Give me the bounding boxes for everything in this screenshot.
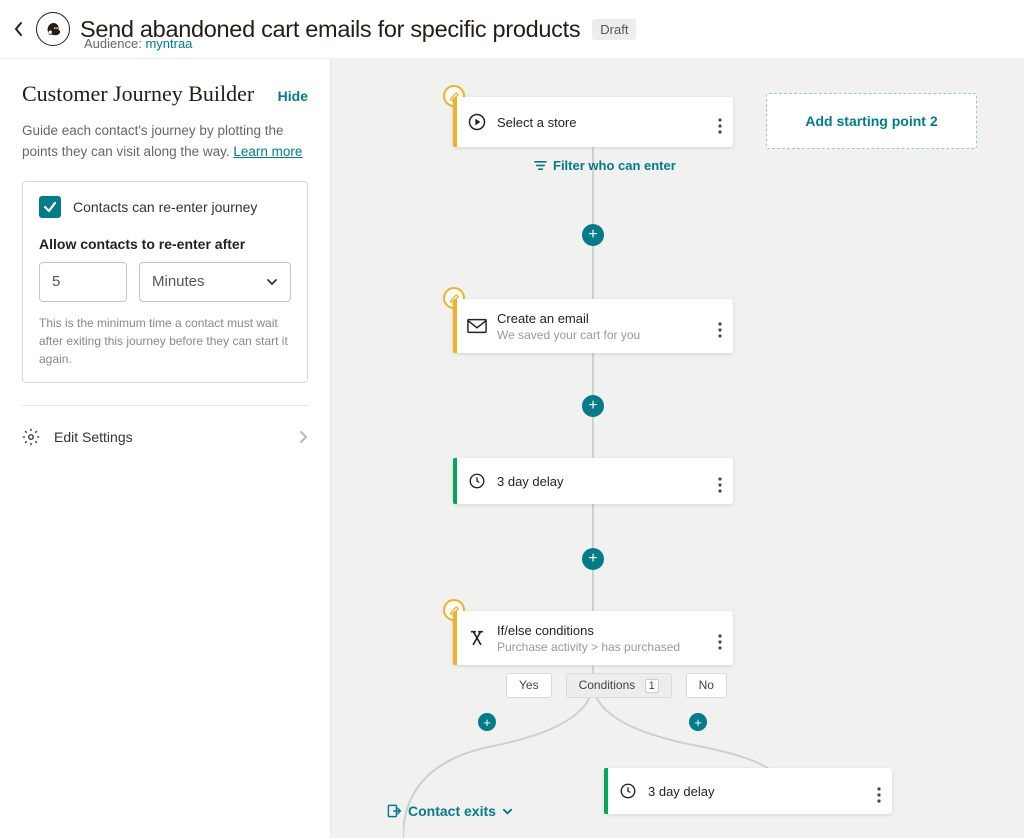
reenter-helper-text: This is the minimum time a contact must …	[39, 314, 291, 368]
audience-link[interactable]: myntraa	[145, 36, 192, 51]
node-title: Select a store	[497, 115, 701, 130]
add-step-button[interactable]: +	[478, 713, 496, 731]
node-menu-button[interactable]	[707, 314, 733, 338]
branch-icon	[457, 629, 497, 647]
exit-icon	[386, 803, 402, 819]
gear-icon	[22, 428, 40, 446]
edit-settings-label: Edit Settings	[54, 429, 133, 445]
clock-icon	[457, 472, 497, 490]
add-starting-point-label: Add starting point 2	[805, 113, 937, 129]
condition-no-label: No	[699, 678, 714, 692]
chevron-right-icon	[298, 430, 308, 444]
journey-canvas[interactable]: Add starting point 2 Select a store Filt…	[331, 59, 1024, 838]
node-title: Create an email	[497, 311, 701, 326]
node-title: If/else conditions	[497, 623, 701, 638]
clock-icon	[608, 782, 648, 800]
reenter-checkbox[interactable]	[39, 196, 61, 218]
sidebar: Customer Journey Builder Hide Guide each…	[0, 59, 331, 838]
conditions-label: Conditions	[579, 678, 636, 692]
reenter-settings-box: Contacts can re-enter journey Allow cont…	[22, 181, 308, 383]
filter-label: Filter who can enter	[553, 158, 676, 173]
node-menu-button[interactable]	[707, 626, 733, 650]
mailchimp-logo-icon	[36, 12, 70, 46]
audience-label: Audience:	[84, 36, 142, 51]
add-starting-point-button[interactable]: Add starting point 2	[766, 93, 977, 149]
filter-icon	[534, 160, 547, 171]
condition-no-pill[interactable]: No	[686, 673, 727, 698]
add-step-button[interactable]: +	[689, 713, 707, 731]
node-title: 3 day delay	[648, 784, 860, 799]
conditions-count: 1	[645, 679, 659, 693]
sidebar-title: Customer Journey Builder	[22, 81, 254, 107]
play-icon	[457, 112, 497, 132]
node-if-else[interactable]: If/else conditions Purchase activity > h…	[453, 611, 733, 665]
chevron-down-icon	[266, 276, 278, 288]
condition-yes-pill[interactable]: Yes	[506, 673, 552, 698]
content-area: Customer Journey Builder Hide Guide each…	[0, 59, 1024, 838]
add-step-button[interactable]: +	[582, 395, 604, 417]
reenter-value-input[interactable]	[39, 262, 127, 302]
condition-row: Yes Conditions 1 No	[506, 673, 727, 698]
hide-sidebar-link[interactable]: Hide	[278, 88, 308, 104]
sidebar-divider	[22, 405, 308, 406]
chevron-down-icon	[502, 806, 513, 817]
edit-settings-button[interactable]: Edit Settings	[22, 428, 308, 446]
audience-line: Audience: myntraa	[84, 36, 192, 51]
add-step-button[interactable]: +	[582, 224, 604, 246]
sidebar-description: Guide each contact's journey by plotting…	[22, 121, 308, 163]
node-menu-button[interactable]	[866, 779, 892, 803]
condition-yes-label: Yes	[519, 678, 539, 692]
app-header: Send abandoned cart emails for specific …	[0, 0, 1024, 59]
learn-more-link[interactable]: Learn more	[233, 144, 302, 159]
node-menu-button[interactable]	[707, 110, 733, 134]
condition-conditions-pill[interactable]: Conditions 1	[566, 673, 672, 698]
filter-who-can-enter-link[interactable]: Filter who can enter	[534, 158, 676, 173]
node-title: 3 day delay	[497, 474, 701, 489]
reenter-unit-value: Minutes	[152, 273, 205, 290]
node-subtitle: We saved your cart for you	[497, 328, 701, 342]
reenter-unit-select[interactable]: Minutes	[139, 262, 291, 302]
add-step-button[interactable]: +	[582, 548, 604, 570]
node-menu-button[interactable]	[707, 469, 733, 493]
status-badge: Draft	[592, 19, 636, 40]
allow-reenter-label: Allow contacts to re-enter after	[39, 236, 291, 252]
back-button[interactable]	[10, 20, 28, 38]
node-create-email[interactable]: Create an email We saved your cart for y…	[453, 299, 733, 353]
node-subtitle: Purchase activity > has purchased	[497, 640, 701, 654]
node-select-store[interactable]: Select a store	[453, 97, 733, 147]
node-delay-1[interactable]: 3 day delay	[453, 458, 733, 504]
email-icon	[457, 318, 497, 334]
node-delay-2[interactable]: 3 day delay	[604, 768, 892, 814]
contact-exits-link[interactable]: Contact exits	[386, 803, 513, 819]
reenter-checkbox-label: Contacts can re-enter journey	[73, 199, 257, 215]
contact-exits-label: Contact exits	[408, 803, 496, 819]
